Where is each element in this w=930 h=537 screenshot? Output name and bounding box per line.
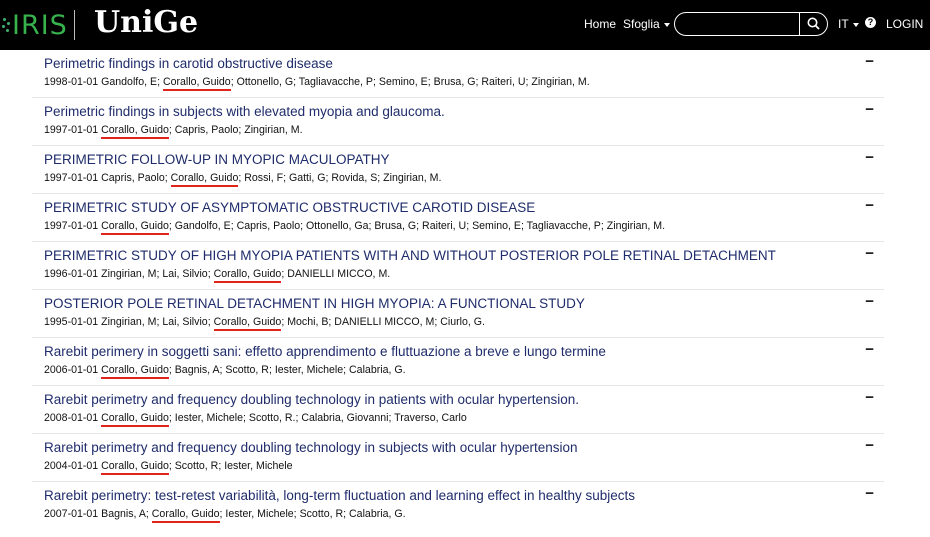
unige-logo[interactable]: UniGe — [94, 5, 198, 40]
collapse-toggle[interactable]: − — [865, 437, 874, 454]
search-input[interactable] — [683, 16, 797, 34]
meta-date-authors: 2004-01-01 — [44, 460, 102, 472]
publication-title-link[interactable]: Rarebit perimetry: test-retest variabili… — [44, 488, 635, 503]
top-navbar: IRIS UniGe Home Sfoglia IT ? LOGIN — [0, 0, 930, 50]
publication-meta: 2007-01-01 Bagnis, A; Corallo, Guido; Ie… — [44, 508, 406, 523]
meta-date-authors: 1995-01-01 Zingirian, M; Lai, Silvio; — [44, 316, 214, 328]
meta-other-authors: ; Iester, Michele; Scotto, R; Calabria, … — [219, 508, 406, 520]
logo-divider — [74, 10, 75, 40]
highlighted-author[interactable]: Corallo, Guido — [101, 364, 169, 379]
publication-title-link[interactable]: Rarebit perimetry and frequency doubling… — [44, 440, 578, 455]
meta-other-authors: ; Capris, Paolo; Zingirian, M. — [168, 124, 303, 136]
publication-meta: 1997-01-01 Corallo, Guido; Capris, Paolo… — [44, 124, 303, 139]
chevron-down-icon — [663, 22, 670, 27]
list-item: POSTERIOR POLE RETINAL DETACHMENT IN HIG… — [32, 290, 884, 338]
search-box — [674, 12, 828, 36]
publication-title-link[interactable]: Perimetric findings in subjects with ele… — [44, 104, 445, 119]
list-item: Perimetric findings in subjects with ele… — [32, 98, 884, 146]
publication-title-link[interactable]: PERIMETRIC STUDY OF ASYMPTOMATIC OBSTRUC… — [44, 200, 535, 215]
highlighted-author[interactable]: Corallo, Guido — [170, 172, 239, 187]
search-button[interactable] — [799, 13, 827, 35]
iris-dots-icon — [0, 10, 10, 40]
collapse-toggle[interactable]: − — [865, 53, 874, 70]
meta-date-authors: 1997-01-01 — [44, 124, 102, 136]
iris-logo[interactable]: IRIS — [0, 9, 68, 41]
highlighted-author[interactable]: Corallo, Guido — [162, 76, 231, 91]
collapse-toggle[interactable]: − — [865, 245, 874, 262]
collapse-toggle[interactable]: − — [865, 389, 874, 406]
publication-meta: 1995-01-01 Zingirian, M; Lai, Silvio; Co… — [44, 316, 485, 331]
highlighted-author[interactable]: Corallo, Guido — [101, 460, 169, 475]
highlighted-author[interactable]: Corallo, Guido — [101, 220, 169, 235]
highlighted-author[interactable]: Corallo, Guido — [101, 412, 169, 427]
publication-meta: 2008-01-01 Corallo, Guido; Iester, Miche… — [44, 412, 467, 427]
chevron-down-icon — [852, 22, 859, 27]
publication-list: Perimetric findings in carotid obstructi… — [32, 50, 884, 529]
highlighted-author[interactable]: Corallo, Guido — [213, 316, 282, 331]
publication-title-link[interactable]: Perimetric findings in carotid obstructi… — [44, 56, 333, 71]
publication-title-link[interactable]: Rarebit perimetry and frequency doubling… — [44, 392, 579, 407]
list-item: PERIMETRIC FOLLOW-UP IN MYOPIC MACULOPAT… — [32, 146, 884, 194]
publication-meta: 1997-01-01 Corallo, Guido; Gandolfo, E; … — [44, 220, 666, 235]
publication-title-link[interactable]: Rarebit perimery in soggetti sani: effet… — [44, 344, 606, 359]
publication-meta: 2004-01-01 Corallo, Guido; Scotto, R; Ie… — [44, 460, 293, 475]
list-item: Rarebit perimetry and frequency doubling… — [32, 386, 884, 434]
meta-date-authors: 2008-01-01 — [44, 412, 102, 424]
collapse-toggle[interactable]: − — [865, 341, 874, 358]
highlighted-author[interactable]: Corallo, Guido — [101, 124, 169, 139]
collapse-toggle[interactable]: − — [865, 149, 874, 166]
meta-other-authors: ; DANIELLI MICCO, M. — [281, 268, 391, 280]
meta-other-authors: ; Scotto, R; Iester, Michele — [168, 460, 293, 472]
meta-other-authors: ; Bagnis, A; Scotto, R; Iester, Michele;… — [168, 364, 406, 376]
publication-meta: 2006-01-01 Corallo, Guido; Bagnis, A; Sc… — [44, 364, 406, 379]
search-icon — [807, 17, 820, 30]
meta-date-authors: 1996-01-01 Zingirian, M; Lai, Silvio; — [44, 268, 214, 280]
meta-date-authors: 2007-01-01 Bagnis, A; — [44, 508, 152, 520]
publication-meta: 1998-01-01 Gandolfo, E; Corallo, Guido; … — [44, 76, 590, 91]
list-item: PERIMETRIC STUDY OF HIGH MYOPIA PATIENTS… — [32, 242, 884, 290]
meta-date-authors: 2006-01-01 — [44, 364, 102, 376]
nav-home-link[interactable]: Home — [584, 17, 616, 31]
list-item: Perimetric findings in carotid obstructi… — [32, 50, 884, 98]
meta-other-authors: ; Rossi, F; Gatti, G; Rovida, S; Zingiri… — [238, 172, 442, 184]
publication-meta: 1996-01-01 Zingirian, M; Lai, Silvio; Co… — [44, 268, 391, 283]
publication-title-link[interactable]: POSTERIOR POLE RETINAL DETACHMENT IN HIG… — [44, 296, 585, 311]
help-icon[interactable]: ? — [865, 17, 876, 28]
publication-title-link[interactable]: PERIMETRIC STUDY OF HIGH MYOPIA PATIENTS… — [44, 248, 776, 263]
list-item: Rarebit perimetry and frequency doubling… — [32, 434, 884, 482]
publication-title-link[interactable]: PERIMETRIC FOLLOW-UP IN MYOPIC MACULOPAT… — [44, 152, 390, 167]
highlighted-author[interactable]: Corallo, Guido — [213, 268, 282, 283]
meta-date-authors: 1997-01-01 — [44, 220, 102, 232]
nav-sfoglia-label: Sfoglia — [623, 17, 660, 31]
list-item: Rarebit perimery in soggetti sani: effet… — [32, 338, 884, 386]
meta-other-authors: ; Ottonello, G; Tagliavacche, P; Semino,… — [230, 76, 590, 88]
meta-date-authors: 1997-01-01 Capris, Paolo; — [44, 172, 171, 184]
login-link[interactable]: LOGIN — [886, 17, 923, 31]
iris-logo-text: IRIS — [12, 9, 68, 41]
list-item: Rarebit perimetry: test-retest variabili… — [32, 482, 884, 529]
highlighted-author[interactable]: Corallo, Guido — [151, 508, 220, 523]
meta-other-authors: ; Mochi, B; DANIELLI MICCO, M; Ciurlo, G… — [281, 316, 485, 328]
list-item: PERIMETRIC STUDY OF ASYMPTOMATIC OBSTRUC… — [32, 194, 884, 242]
collapse-toggle[interactable]: − — [865, 197, 874, 214]
language-dropdown[interactable]: IT — [838, 17, 859, 31]
collapse-toggle[interactable]: − — [865, 101, 874, 118]
meta-other-authors: ; Gandolfo, E; Capris, Paolo; Ottonello,… — [168, 220, 666, 232]
publication-meta: 1997-01-01 Capris, Paolo; Corallo, Guido… — [44, 172, 442, 187]
collapse-toggle[interactable]: − — [865, 485, 874, 502]
collapse-toggle[interactable]: − — [865, 293, 874, 310]
language-label: IT — [838, 17, 849, 31]
meta-date-authors: 1998-01-01 Gandolfo, E; — [44, 76, 163, 88]
meta-other-authors: ; Iester, Michele; Scotto, R.; Calabria,… — [168, 412, 467, 424]
nav-sfoglia-dropdown[interactable]: Sfoglia — [623, 17, 670, 31]
